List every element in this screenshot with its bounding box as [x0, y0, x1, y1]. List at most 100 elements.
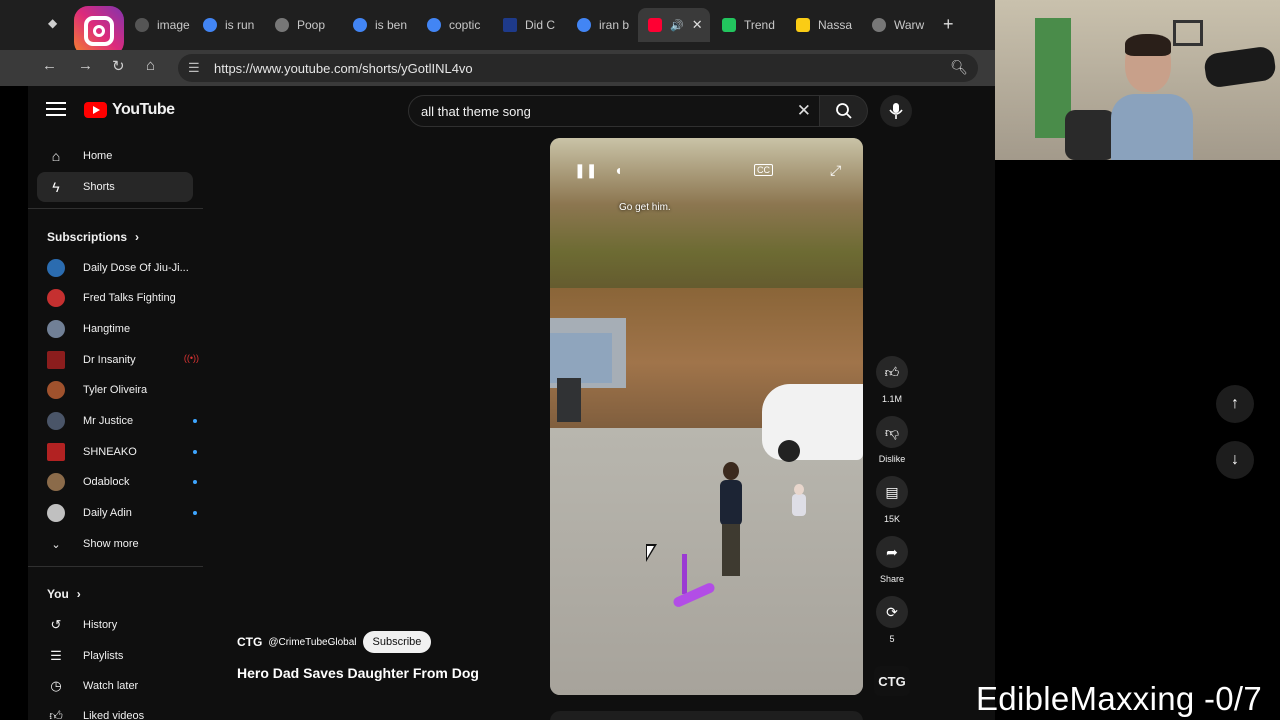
chevron-right-icon: ›: [135, 230, 140, 244]
tab-favicon: [872, 18, 886, 32]
google-favicon: [203, 18, 217, 32]
subscription-item[interactable]: Daily Dose Of Jiu-Ji...: [47, 256, 197, 280]
voice-search-button[interactable]: [880, 95, 912, 127]
shorts-video-player[interactable]: ❚❚ ◖ CC ⤢ Go get him.: [550, 138, 863, 695]
previous-short-button[interactable]: ↑: [1216, 385, 1254, 423]
sidebar-item-home[interactable]: ⌂ Home: [37, 141, 193, 171]
sidebar-item-history[interactable]: ↺ History: [47, 613, 197, 637]
next-short-button[interactable]: ↓: [1216, 441, 1254, 479]
volume-icon[interactable]: ◖: [614, 162, 622, 178]
like-action[interactable]: 👍︎ 1.1M: [876, 356, 908, 404]
browser-tab[interactable]: is ben: [343, 8, 411, 42]
home-browser-icon[interactable]: ⌂: [146, 57, 155, 74]
browser-tab[interactable]: Nassa: [786, 8, 858, 42]
youtube-favicon: [648, 18, 662, 32]
sidebar-item-watch-later[interactable]: ◷ Watch later: [47, 674, 197, 698]
menu-icon[interactable]: [46, 102, 66, 116]
browser-tab-active[interactable]: 🔊 ✕: [638, 8, 710, 42]
tab-favicon: [135, 18, 149, 32]
fullscreen-icon[interactable]: ⤢: [830, 162, 841, 179]
browser-tab[interactable]: iran b: [567, 8, 635, 42]
video-scooter: [671, 554, 722, 614]
search-button[interactable]: [820, 95, 868, 127]
browser-tab[interactable]: image: [125, 8, 193, 42]
browser-tab[interactable]: coptic: [417, 8, 485, 42]
next-short-preview[interactable]: [550, 711, 863, 720]
sidebar-item-shorts[interactable]: ϟ Shorts: [37, 172, 193, 202]
search-query: all that theme song: [421, 103, 531, 119]
google-favicon: [427, 18, 441, 32]
video-car: [762, 384, 863, 462]
thumbs-up-icon: 👍︎: [49, 708, 63, 720]
remix-icon[interactable]: ⟳: [876, 596, 908, 628]
back-icon[interactable]: ←: [42, 57, 57, 74]
browser-tab[interactable]: Warw: [862, 8, 934, 42]
tab-label: Poop: [297, 18, 326, 32]
avatar: [47, 289, 65, 307]
browser-tab[interactable]: Poop: [265, 8, 333, 42]
comment-count: 15K: [883, 514, 900, 524]
avatar: [47, 443, 65, 461]
subscribe-button[interactable]: Subscribe: [362, 631, 432, 653]
browser-tab[interactable]: Did C: [493, 8, 561, 42]
sidebar-item-liked-videos[interactable]: 👍︎ Liked videos: [47, 704, 197, 720]
you-heading[interactable]: You ›: [47, 587, 81, 601]
video-trash-can: [557, 378, 581, 422]
subscriptions-heading[interactable]: Subscriptions ›: [47, 230, 139, 244]
avatar: [47, 412, 65, 430]
search-input[interactable]: all that theme song ✕: [408, 95, 820, 127]
like-count: 1.1M: [881, 394, 902, 404]
subscription-item[interactable]: Fred Talks Fighting: [47, 286, 197, 310]
home-icon: ⌂: [51, 148, 61, 164]
clear-search-icon[interactable]: ✕: [797, 101, 811, 121]
comment-icon[interactable]: ▤: [876, 476, 908, 508]
avatar: [47, 351, 65, 369]
youtube-page: YouTube all that theme song ✕ ⌂ Home ϟ S…: [28, 86, 995, 720]
sound-thumbnail[interactable]: CTG: [874, 666, 910, 696]
comments-action[interactable]: ▤ 15K: [876, 476, 908, 524]
plus-icon[interactable]: +: [943, 14, 954, 35]
share-icon[interactable]: ➦: [876, 536, 908, 568]
subscription-item[interactable]: Daily Adin: [47, 501, 197, 525]
tab-search-icon[interactable]: ◆: [48, 16, 57, 30]
forward-icon[interactable]: →: [78, 57, 93, 74]
show-more-button[interactable]: ⌄ Show more: [47, 532, 197, 556]
thumbs-down-icon[interactable]: 👎︎: [876, 416, 908, 448]
zoom-icon[interactable]: 🔍︎: [950, 59, 968, 76]
share-action[interactable]: ➦ Share: [876, 536, 908, 584]
tab-label: is run: [225, 18, 255, 32]
browser-tab[interactable]: Trend: [712, 8, 784, 42]
subscription-item[interactable]: Tyler Oliveira: [47, 378, 197, 402]
dislike-action[interactable]: 👎︎ Dislike: [876, 416, 908, 464]
youtube-logo[interactable]: YouTube: [84, 101, 175, 119]
sidebar-item-playlists[interactable]: ☰ Playlists: [47, 644, 197, 668]
webcam-overlay: [995, 0, 1280, 160]
remix-action[interactable]: ⟳ 5: [876, 596, 908, 644]
video-caption: Go get him.: [619, 202, 671, 213]
thumbs-up-icon[interactable]: 👍︎: [876, 356, 908, 388]
google-favicon: [353, 18, 367, 32]
subscription-name: Tyler Oliveira: [83, 384, 148, 396]
reload-icon[interactable]: ↻: [112, 57, 125, 75]
site-info-icon[interactable]: ☰: [188, 60, 200, 76]
short-title[interactable]: Hero Dad Saves Daughter From Dog: [237, 665, 479, 681]
channel-handle[interactable]: @CrimeTubeGlobal: [268, 637, 356, 648]
sidebar-item-label: Shorts: [83, 181, 115, 193]
subscription-item[interactable]: Dr Insanity ((•)): [47, 348, 199, 372]
pause-icon[interactable]: ❚❚: [574, 162, 597, 179]
tab-label: iran b: [599, 18, 630, 32]
channel-avatar[interactable]: CTG: [237, 635, 262, 649]
browser-tab[interactable]: is run: [193, 8, 261, 42]
subscription-item[interactable]: Odablock: [47, 470, 197, 494]
speaker-icon[interactable]: 🔊: [670, 19, 684, 32]
address-bar[interactable]: ☰ https://www.youtube.com/shorts/yGotlIN…: [178, 54, 978, 82]
subscription-item[interactable]: Mr Justice: [47, 409, 197, 433]
subscription-name: Daily Adin: [83, 507, 132, 519]
subscription-name: Daily Dose Of Jiu-Ji...: [83, 262, 189, 274]
instagram-icon: [74, 6, 124, 56]
subscription-item[interactable]: Hangtime: [47, 317, 197, 341]
close-tab-icon[interactable]: ✕: [692, 17, 703, 33]
subscription-item[interactable]: SHNEAKO: [47, 440, 197, 464]
avatar: [47, 259, 65, 277]
closed-captions-icon[interactable]: CC: [754, 164, 773, 176]
